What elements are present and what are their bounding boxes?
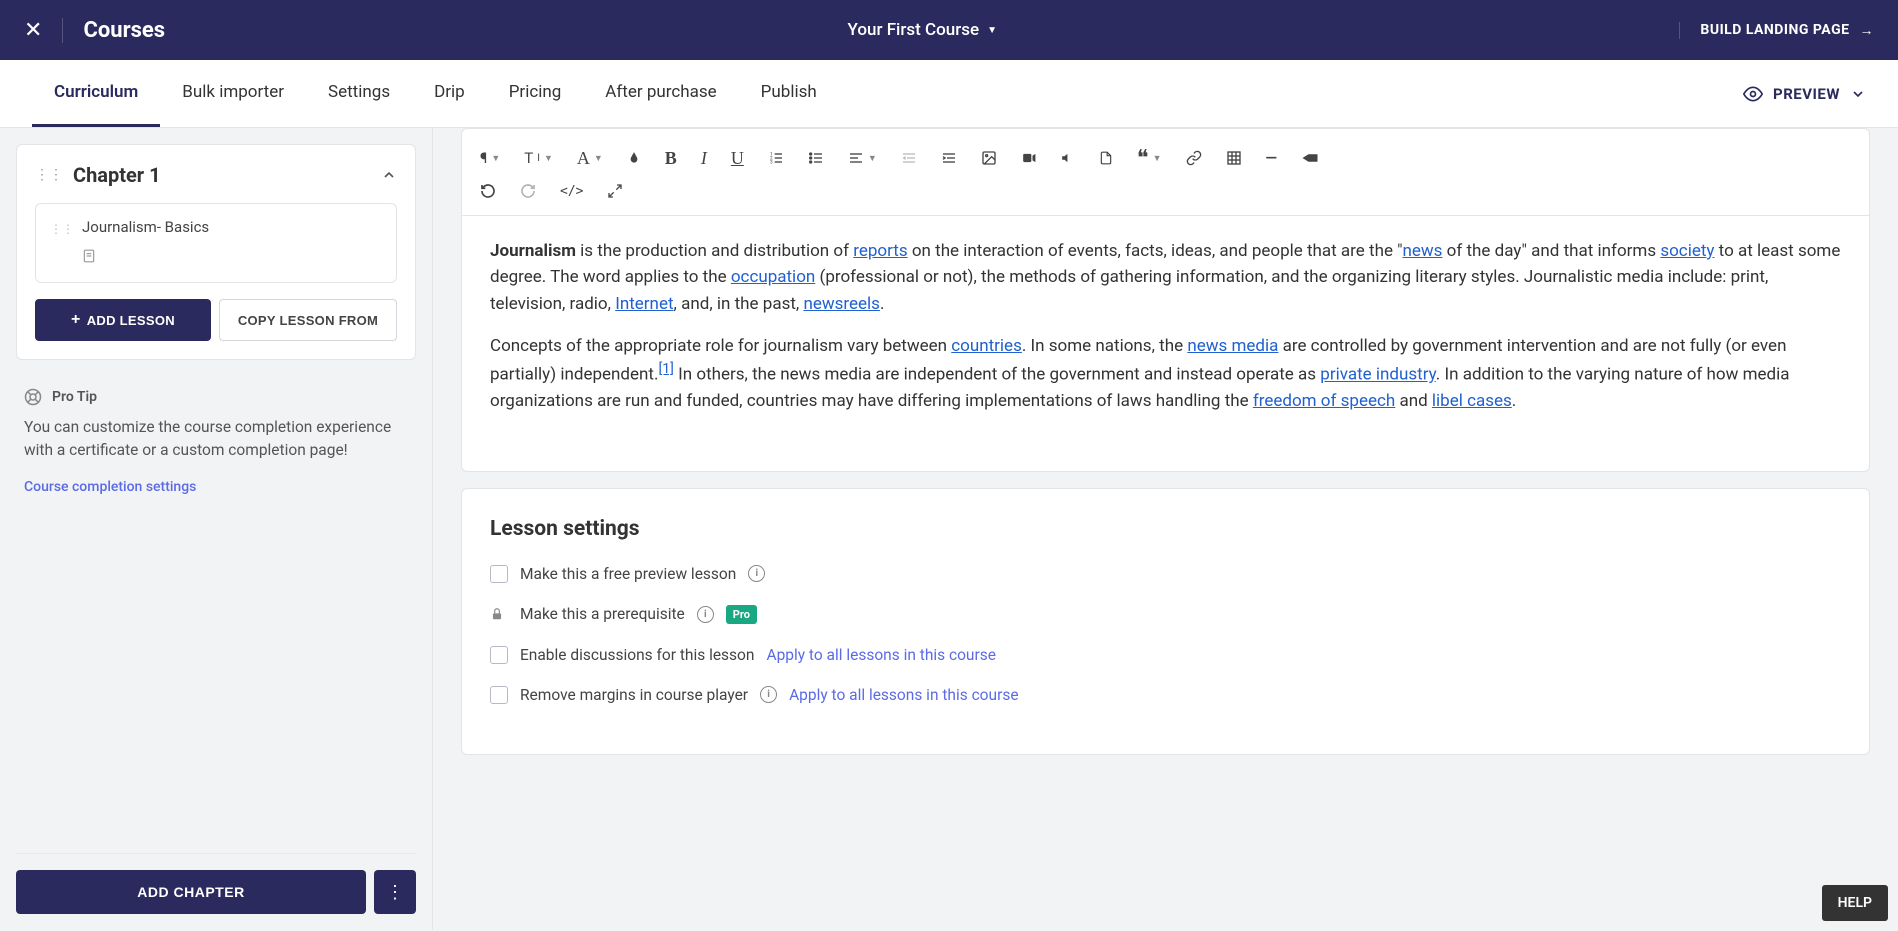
chapter-title: Chapter 1 (73, 163, 381, 187)
tab-drip[interactable]: Drip (412, 60, 487, 127)
unordered-list-button[interactable] (808, 150, 824, 166)
text-lesson-icon (82, 248, 96, 264)
redo-button[interactable] (520, 183, 536, 199)
link-reports[interactable]: reports (853, 241, 907, 261)
image-button[interactable] (981, 150, 997, 166)
lesson-settings-card: Lesson settings Make this a free preview… (461, 488, 1870, 755)
text-color-button[interactable] (627, 150, 641, 166)
lesson-settings-title: Lesson settings (490, 517, 1841, 541)
course-name-dropdown[interactable]: Your First Course ▼ (165, 20, 1679, 40)
outdent-button[interactable] (901, 150, 917, 166)
video-button[interactable] (1021, 151, 1037, 165)
link-society[interactable]: society (1660, 241, 1714, 261)
tab-curriculum[interactable]: Curriculum (32, 60, 160, 127)
tab-after-purchase[interactable]: After purchase (583, 60, 738, 127)
editor-card: ¶ ▼ TI ▼ A ▼ B I U 123 (461, 128, 1870, 472)
info-icon[interactable]: i (697, 606, 714, 623)
chevron-down-icon (1850, 86, 1866, 102)
build-landing-page-button[interactable]: BUILD LANDING PAGE → (1679, 22, 1874, 39)
font-size-button[interactable]: TI ▼ (524, 149, 553, 167)
pro-badge: Pro (726, 605, 757, 624)
add-lesson-button[interactable]: + ADD LESSON (35, 299, 211, 341)
copy-lesson-button[interactable]: COPY LESSON FROM (219, 299, 397, 341)
more-options-button[interactable]: ⋮ (374, 870, 416, 914)
chevron-up-icon[interactable] (381, 167, 397, 183)
pro-tip-label: Pro Tip (52, 389, 97, 405)
free-preview-label: Make this a free preview lesson (520, 565, 736, 583)
info-icon[interactable]: i (760, 686, 777, 703)
discussions-label: Enable discussions for this lesson (520, 646, 754, 664)
fullscreen-button[interactable] (607, 183, 623, 199)
app-title: Courses (83, 18, 165, 43)
indent-button[interactable] (941, 150, 957, 166)
link-libel-cases[interactable]: libel cases (1432, 391, 1512, 411)
audio-button[interactable] (1061, 151, 1075, 165)
prerequisite-label: Make this a prerequisite (520, 605, 685, 623)
info-icon[interactable]: i (748, 565, 765, 582)
citation-1[interactable]: [1] (658, 361, 673, 377)
apply-all-margins-link[interactable]: Apply to all lessons in this course (789, 686, 1018, 704)
apply-all-discussions-link[interactable]: Apply to all lessons in this course (766, 646, 995, 664)
tab-pricing[interactable]: Pricing (487, 60, 584, 127)
link-countries[interactable]: countries (951, 336, 1022, 356)
lock-icon (490, 606, 508, 622)
lesson-item[interactable]: ⋮⋮ Journalism- Basics (35, 203, 397, 283)
tab-settings[interactable]: Settings (306, 60, 412, 127)
drag-handle-icon[interactable]: ⋮⋮ (35, 167, 63, 183)
bold-button[interactable]: B (665, 148, 677, 169)
plus-icon: + (71, 311, 81, 329)
link-news[interactable]: news (1402, 241, 1442, 261)
paragraph-format-button[interactable]: ¶ ▼ (480, 149, 500, 167)
lesson-title: Journalism- Basics (82, 218, 382, 236)
svg-text:3: 3 (770, 159, 773, 165)
editor-toolbar: ¶ ▼ TI ▼ A ▼ B I U 123 (462, 129, 1869, 216)
clear-format-button[interactable] (1301, 152, 1319, 164)
close-icon[interactable]: ✕ (24, 18, 63, 43)
discussions-checkbox[interactable] (490, 646, 508, 664)
file-button[interactable] (1099, 150, 1113, 166)
tab-publish[interactable]: Publish (739, 60, 839, 127)
tab-bulk-importer[interactable]: Bulk importer (160, 60, 306, 127)
underline-button[interactable]: U (731, 148, 744, 169)
link-private-industry[interactable]: private industry (1320, 365, 1435, 385)
help-button[interactable]: HELP (1822, 885, 1888, 921)
drag-handle-icon[interactable]: ⋮⋮ (50, 222, 74, 236)
preview-button[interactable]: PREVIEW (1743, 84, 1866, 104)
link-freedom-of-speech[interactable]: freedom of speech (1253, 391, 1395, 411)
ordered-list-button[interactable]: 123 (768, 150, 784, 166)
link-internet[interactable]: Internet (615, 294, 673, 314)
link-occupation[interactable]: occupation (731, 267, 815, 287)
remove-margins-checkbox[interactable] (490, 686, 508, 704)
text-bold: Journalism (490, 241, 576, 261)
lifebuoy-icon (24, 388, 42, 406)
font-family-button[interactable]: A ▼ (577, 148, 603, 169)
chapter-card: ⋮⋮ Chapter 1 ⋮⋮ Journalism- Basics + (16, 144, 416, 360)
chapter-header[interactable]: ⋮⋮ Chapter 1 (35, 163, 397, 187)
link-button[interactable] (1186, 150, 1202, 166)
add-chapter-button[interactable]: ADD CHAPTER (16, 870, 366, 914)
pro-tip: Pro Tip You can customize the course com… (16, 388, 416, 495)
eye-icon (1743, 84, 1763, 104)
link-news-media[interactable]: news media (1187, 336, 1278, 356)
remove-margins-label: Remove margins in course player (520, 686, 748, 704)
course-completion-settings-link[interactable]: Course completion settings (24, 479, 196, 495)
course-name: Your First Course (848, 20, 980, 40)
free-preview-checkbox[interactable] (490, 565, 508, 583)
undo-button[interactable] (480, 183, 496, 199)
editor-content[interactable]: Journalism is the production and distrib… (462, 216, 1869, 471)
arrow-right-icon: → (1860, 22, 1875, 39)
code-view-button[interactable]: </> (560, 184, 583, 199)
align-button[interactable]: ▼ (848, 150, 877, 166)
caret-down-icon: ▼ (987, 25, 997, 36)
quote-button[interactable]: ❝ ▼ (1137, 145, 1162, 171)
italic-button[interactable]: I (701, 148, 707, 169)
hr-button[interactable]: — (1266, 149, 1277, 167)
table-button[interactable] (1226, 150, 1242, 166)
link-newsreels[interactable]: newsreels (803, 294, 880, 314)
pro-tip-text: You can customize the course completion … (24, 416, 408, 463)
